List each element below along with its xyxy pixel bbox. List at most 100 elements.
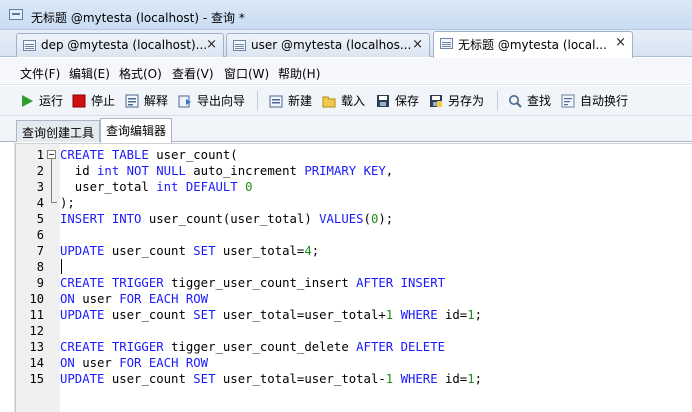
sql-keyword: UPDATE: [60, 372, 112, 386]
code-line[interactable]: 5 INSERT INTO user_count(user_total) VALU…: [37, 211, 692, 227]
sql-keyword: CREATE TRIGGER: [60, 276, 172, 290]
tab-dep-table[interactable]: dep @mytesta (localhost)... ×: [16, 33, 224, 57]
line-number: 3: [36, 180, 44, 194]
menu-format[interactable]: 格式(O): [119, 65, 162, 82]
explain-icon: [125, 94, 139, 108]
line-number: 6: [36, 228, 44, 242]
code-line[interactable]: 14 ON user FOR EACH ROW: [30, 355, 692, 371]
close-icon[interactable]: ×: [206, 37, 217, 52]
sql-text: (: [363, 212, 371, 226]
table-icon: [233, 40, 246, 51]
sql-keyword: FOR EACH ROW: [119, 356, 209, 370]
sql-number: 1: [467, 308, 475, 322]
sql-text: tigger_user_count_delete: [171, 340, 357, 354]
export-wizard-button[interactable]: 导出向导: [176, 91, 245, 111]
sql-text: id: [60, 164, 98, 178]
sql-text: user: [82, 292, 120, 306]
document-tab-bar: dep @mytesta (localhost)... × user @myte…: [0, 30, 692, 58]
word-wrap-label: 自动换行: [580, 94, 629, 108]
line-number: 10: [29, 292, 44, 306]
menu-help[interactable]: 帮助(H): [278, 65, 320, 82]
tab-untitled-query[interactable]: 无标题 @mytesta (local... ×: [433, 31, 633, 58]
window-title: 无标题 @mytesta (localhost) - 查询 *: [31, 11, 245, 25]
code-line[interactable]: 9 CREATE TRIGGER tigger_user_count_insert…: [37, 275, 692, 291]
explain-button[interactable]: 解释: [123, 91, 168, 111]
sql-text: );: [378, 212, 394, 226]
menu-edit[interactable]: 编辑(E): [69, 65, 110, 82]
sql-keyword: WHERE: [400, 308, 445, 322]
export-icon: [178, 95, 191, 108]
code-line[interactable]: 6: [37, 227, 692, 243]
stop-label: 停止: [91, 94, 116, 108]
sql-number: 0: [245, 180, 253, 194]
word-wrap-button[interactable]: 自动换行: [559, 91, 628, 111]
code-line[interactable]: 13 CREATE TRIGGER tigger_user_count_delet…: [30, 339, 692, 355]
new-icon: [269, 95, 283, 108]
search-icon: [509, 95, 522, 108]
tab-label: 无标题 @mytesta (local...: [458, 38, 607, 52]
line-number: 5: [36, 212, 44, 226]
new-button[interactable]: 新建: [267, 91, 312, 111]
toolbar-separator: [497, 91, 498, 111]
new-label: 新建: [288, 94, 313, 108]
sql-text: );: [60, 196, 75, 210]
export-wizard-label: 导出向导: [197, 94, 246, 108]
code-line[interactable]: 1 CREATE TABLE user_count(: [37, 147, 692, 163]
code-line[interactable]: 8: [37, 259, 692, 275]
code-line[interactable]: 11 UPDATE user_count SET user_total=user_…: [30, 307, 692, 323]
line-number: 2: [36, 164, 44, 178]
sql-keyword: FOR EACH ROW: [119, 292, 209, 306]
sql-number: 1: [467, 372, 475, 386]
code-line[interactable]: 15 UPDATE user_count SET user_total=user_…: [30, 371, 692, 387]
run-button[interactable]: 运行: [18, 91, 63, 111]
code-line[interactable]: 12: [30, 323, 692, 339]
close-icon[interactable]: ×: [412, 37, 423, 52]
sql-keyword: UPDATE: [60, 308, 112, 322]
menu-bar: 文件(F) 编辑(E) 格式(O) 查看(V) 窗口(W) 帮助(H): [0, 58, 692, 85]
menu-window[interactable]: 窗口(W): [224, 65, 269, 82]
menu-view[interactable]: 查看(V): [172, 65, 214, 82]
sql-text: user_count(: [156, 148, 238, 162]
run-label: 运行: [39, 94, 64, 108]
tab-query-builder[interactable]: 查询创建工具: [16, 120, 101, 142]
sql-text: tigger_user_count_insert: [171, 276, 357, 290]
code-line[interactable]: 10 ON user FOR EACH ROW: [30, 291, 692, 307]
sql-keyword: ON: [60, 356, 83, 370]
find-label: 查找: [527, 94, 552, 108]
play-icon: [22, 95, 33, 107]
sql-keyword: ON: [60, 292, 83, 306]
save-as-button[interactable]: 另存为: [427, 91, 484, 111]
sql-keyword: INSERT INTO: [60, 212, 149, 226]
line-number: 1: [36, 148, 44, 162]
toolbar: 运行 停止 解释 导出向导 新建 载入 保存 另存为 查找 自动换行: [0, 86, 692, 116]
save-button[interactable]: 保存: [374, 91, 419, 111]
code-line[interactable]: 4);: [37, 195, 692, 211]
tab-query-editor[interactable]: 查询编辑器: [100, 118, 173, 143]
sql-keyword: VALUES: [319, 212, 364, 226]
line-number: 4: [36, 196, 44, 210]
sql-editor[interactable]: 1 CREATE TABLE user_count(2 id int NOT NU…: [15, 143, 692, 412]
close-icon[interactable]: ×: [615, 35, 626, 50]
line-number: 8: [36, 260, 44, 274]
line-number: 11: [29, 308, 44, 322]
stop-button[interactable]: 停止: [70, 91, 115, 111]
fold-toggle-icon[interactable]: [47, 150, 56, 159]
tab-user-table[interactable]: user @mytesta (localhos... ×: [226, 33, 430, 57]
code-line[interactable]: 3 user_total int DEFAULT 0: [37, 179, 692, 195]
fold-guide: [51, 159, 52, 202]
code-line[interactable]: 2 id int NOT NULL auto_increment PRIMARY…: [37, 163, 692, 179]
sql-text: user_count: [111, 308, 194, 322]
find-button[interactable]: 查找: [506, 91, 551, 111]
sql-keyword: WHERE: [400, 372, 445, 386]
sql-text: ;: [474, 372, 483, 386]
line-number: 7: [36, 244, 44, 258]
sql-text: user_count: [111, 244, 194, 258]
load-button[interactable]: 载入: [320, 91, 365, 111]
code-line[interactable]: 7 UPDATE user_count SET user_total=4;: [37, 243, 692, 259]
sql-text: user_total: [60, 180, 157, 194]
menu-file[interactable]: 文件(F): [20, 65, 60, 82]
save-icon: [377, 95, 389, 107]
sql-text: user: [82, 356, 120, 370]
